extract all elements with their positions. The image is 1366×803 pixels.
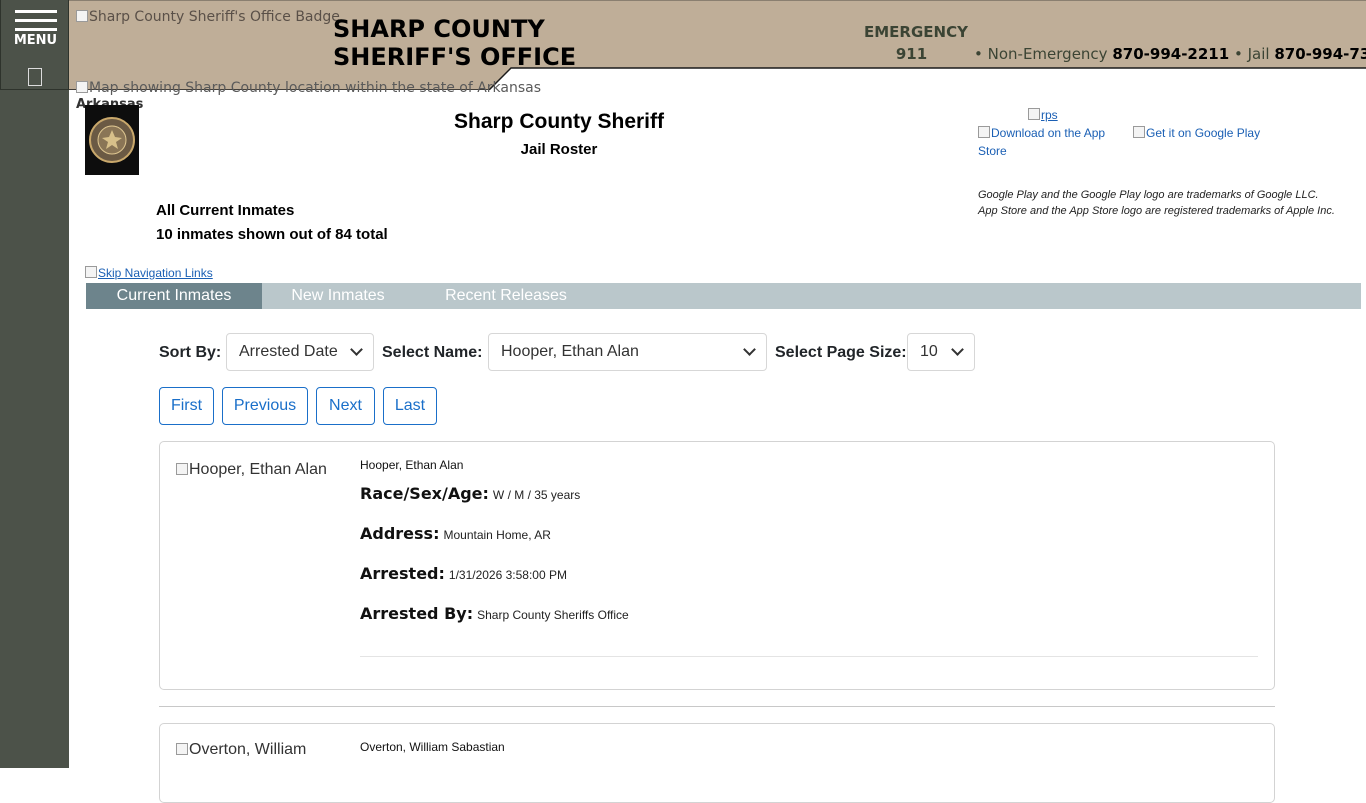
site-title-line1: SHARP COUNTY (333, 15, 545, 43)
inmate-photo: Hooper, Ethan Alan (176, 461, 327, 479)
sidebar: MENU (0, 0, 69, 768)
site-title[interactable]: SHARP COUNTY SHERIFF'S OFFICE (333, 15, 576, 71)
state-map-image: Map showing Sharp County location within… (76, 80, 541, 96)
app-store-alt-text: Download on the App Store (978, 126, 1106, 158)
google-play-alt-text: Get it on Google Play (1146, 126, 1261, 140)
first-page-button[interactable]: First (159, 387, 214, 425)
inmate-card: Overton, William Overton, William Sabast… (159, 723, 1275, 803)
skip-navigation-label: Skip Navigation Links (98, 266, 213, 280)
next-page-button[interactable]: Next (316, 387, 375, 425)
hamburger-icon (15, 10, 57, 13)
all-current-inmates-label: All Current Inmates (156, 202, 295, 219)
inmate-photo-alt: Overton, William (189, 741, 307, 758)
previous-page-button[interactable]: Previous (222, 387, 308, 425)
broken-image-icon (76, 81, 88, 93)
roster-title: Sharp County Sheriff (453, 110, 664, 133)
menu-glyph-icon (28, 68, 42, 86)
inmate-card: Hooper, Ethan Alan Hooper, Ethan Alan Ra… (159, 441, 1275, 690)
sheriff-seal-logo (85, 105, 139, 175)
hamburger-icon-bar (15, 28, 57, 31)
field-label: Arrested By: (360, 604, 474, 623)
inmate-name[interactable]: Hooper, Ethan Alan (360, 458, 463, 472)
broken-image-icon (85, 266, 97, 278)
select-name-dropdown[interactable]: Hooper, Ethan Alan (488, 333, 767, 371)
bullet-icon: • (1233, 45, 1243, 63)
non-emergency-number[interactable]: 870-994-2211 (1112, 45, 1229, 63)
inmate-race-sex-age: Race/Sex/Age: W / M / 35 years (360, 484, 580, 503)
site-header: Sharp County Sheriff's Office Badge SHAR… (69, 0, 1366, 112)
sort-by-value: Arrested Date (239, 343, 338, 360)
app-store-link[interactable]: Download on the App Store (978, 124, 1118, 160)
broken-image-icon (978, 126, 990, 138)
menu-button[interactable]: MENU (0, 0, 69, 90)
emergency-number[interactable]: 911 (864, 45, 959, 63)
chevron-down-icon (743, 343, 756, 356)
jail-label: Jail (1247, 45, 1270, 63)
tab-new-inmates[interactable]: New Inmates (262, 283, 414, 309)
inmate-address: Address: Mountain Home, AR (360, 524, 551, 543)
roster-subtitle: Jail Roster (520, 141, 598, 158)
inmate-photo: Overton, William (176, 741, 306, 759)
trademark-line2: App Store and the App Store logo are reg… (978, 205, 1335, 217)
tab-recent-releases[interactable]: Recent Releases (414, 283, 598, 309)
field-label: Address: (360, 524, 440, 543)
map-alt-text: Map showing Sharp County location within… (89, 80, 542, 96)
hamburger-icon-bar (15, 19, 57, 22)
google-play-link[interactable]: Get it on Google Play (1133, 124, 1260, 142)
broken-image-icon (176, 743, 188, 755)
field-value: Sharp County Sheriffs Office (477, 608, 629, 622)
inmate-arrested-by: Arrested By: Sharp County Sheriffs Office (360, 604, 629, 623)
rps-alt-text: rps (1041, 108, 1058, 122)
chevron-down-icon (951, 343, 964, 356)
field-label: Arrested: (360, 564, 445, 583)
trademark-notice: Google Play and the Google Play logo are… (978, 187, 1335, 219)
field-value: W / M / 35 years (492, 488, 581, 502)
select-name-value: Hooper, Ethan Alan (501, 343, 639, 360)
page-size-value: 10 (920, 343, 938, 360)
badge-alt-text: Sharp County Sheriff's Office Badge (89, 9, 340, 25)
emergency-label: EMERGENCY (864, 23, 968, 41)
trademark-line1: Google Play and the Google Play logo are… (978, 189, 1319, 201)
broken-image-icon (76, 10, 88, 22)
broken-image-icon (1133, 126, 1145, 138)
field-value: 1/31/2026 3:58:00 PM (448, 568, 567, 582)
tab-current-inmates[interactable]: Current Inmates (86, 283, 262, 309)
inmate-count: 10 inmates shown out of 84 total (156, 226, 388, 243)
badge-image: Sharp County Sheriff's Office Badge (76, 9, 340, 25)
inmate-separator (159, 706, 1275, 707)
non-emergency-label: Non-Emergency (987, 45, 1108, 63)
menu-label: MENU (13, 33, 58, 48)
inmate-name[interactable]: Overton, William Sabastian (360, 740, 505, 754)
site-title-line2: SHERIFF'S OFFICE (333, 43, 577, 71)
bullet-icon: • (974, 45, 983, 63)
roster-tabs: Current Inmates New Inmates Recent Relea… (86, 283, 1361, 309)
skip-navigation-link[interactable]: Skip Navigation Links (85, 266, 213, 280)
inmate-photo-alt: Hooper, Ethan Alan (189, 461, 327, 478)
page-size-select[interactable]: 10 (907, 333, 975, 371)
broken-image-icon (176, 463, 188, 475)
sort-by-select[interactable]: Arrested Date (226, 333, 374, 371)
last-page-button[interactable]: Last (383, 387, 437, 425)
field-value: Mountain Home, AR (443, 528, 551, 542)
select-name-label: Select Name: (382, 344, 483, 361)
field-label: Race/Sex/Age: (360, 484, 489, 503)
chevron-down-icon (350, 343, 363, 356)
sort-by-label: Sort By: (159, 344, 222, 361)
card-divider (360, 656, 1258, 657)
inmate-arrested: Arrested: 1/31/2026 3:58:00 PM (360, 564, 567, 583)
jail-number[interactable]: 870-994-7329 (1274, 45, 1366, 63)
contact-numbers: • Non-Emergency 870-994-2211 • Jail 870-… (974, 45, 1366, 63)
rps-link[interactable]: rps (1028, 106, 1058, 124)
page-size-label: Select Page Size: (775, 344, 907, 361)
broken-image-icon (1028, 108, 1040, 120)
